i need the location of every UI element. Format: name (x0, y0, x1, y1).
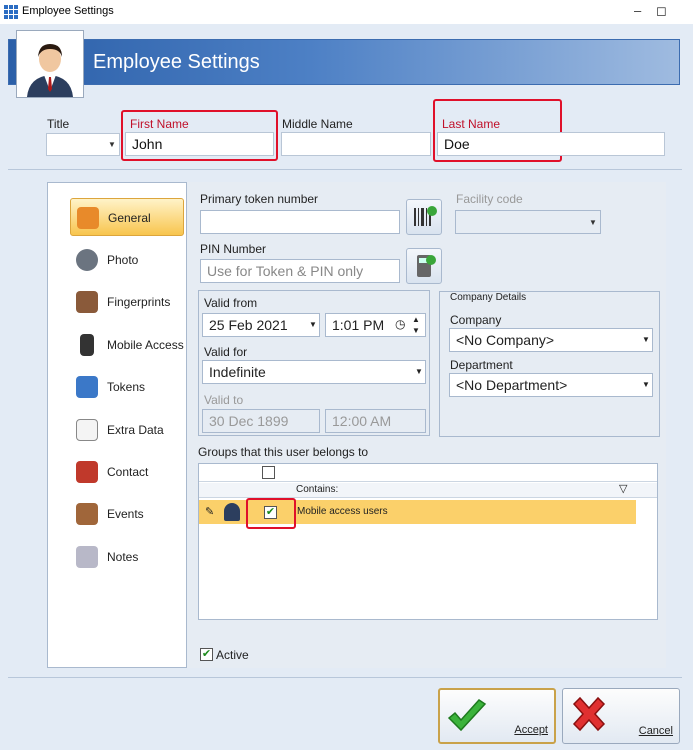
accept-label: Accept (514, 724, 548, 736)
window-title: Employee Settings (22, 5, 114, 17)
nav-item-label: Contact (107, 465, 149, 479)
fingerprint-icon (76, 291, 98, 313)
keypad-icon (417, 255, 436, 277)
first-name-input[interactable]: John (125, 132, 274, 156)
valid-for-label: Valid for (204, 345, 248, 359)
nav-item-photo[interactable]: Photo (70, 241, 184, 279)
nav-item-label: Fingerprints (107, 295, 171, 309)
header-banner: Employee Settings (8, 39, 680, 85)
company-label: Company (450, 313, 502, 327)
nav-item-label: Tokens (107, 380, 146, 394)
primary-token-label: Primary token number (200, 192, 319, 206)
time-spinner-icon[interactable]: ▲ ▼ (412, 314, 420, 336)
pin-input[interactable]: Use for Token & PIN only (200, 259, 400, 283)
cancel-button[interactable]: Cancel (562, 688, 680, 744)
valid-to-date: 30 Dec 1899 (202, 409, 320, 433)
primary-token-input[interactable] (200, 210, 400, 234)
nav-item-mobile-access[interactable]: Mobile Access (70, 326, 184, 364)
filter-label: Contains: (296, 484, 339, 495)
groups-label: Groups that this user belongs to (198, 445, 369, 459)
valid-from-label: Valid from (204, 296, 258, 310)
valid-from-date[interactable]: 25 Feb 2021 (202, 313, 320, 337)
phone-icon (80, 334, 94, 356)
cake-icon (76, 503, 98, 525)
company-details-label: Company Details (448, 292, 529, 303)
minimize-button[interactable]: – (634, 3, 641, 18)
valid-to-label: Valid to (204, 393, 244, 407)
select-all-checkbox[interactable] (262, 466, 275, 479)
nav-item-fingerprints[interactable]: Fingerprints (70, 283, 184, 321)
last-name-input[interactable]: Doe (437, 132, 665, 156)
active-label: Active (216, 648, 249, 662)
users-icon (77, 207, 99, 229)
nav-item-label: Mobile Access (107, 338, 184, 352)
first-name-label: First Name (130, 117, 189, 131)
nav-item-label: Extra Data (107, 423, 164, 437)
nav-item-label: Notes (107, 550, 139, 564)
title-select[interactable]: ▼ (46, 133, 120, 156)
checkmark-icon (447, 699, 487, 732)
nav-item-extra-data[interactable]: Extra Data (70, 411, 184, 449)
company-select[interactable]: <No Company> (449, 328, 653, 352)
divider (8, 169, 682, 170)
nav-item-label: General (108, 211, 151, 225)
notes-icon (76, 546, 98, 568)
middle-name-input[interactable] (281, 132, 431, 156)
last-name-label: Last Name (442, 117, 501, 131)
nav-item-contact[interactable]: Contact (70, 453, 184, 491)
app-icon (4, 5, 18, 19)
pin-pad-button[interactable] (406, 248, 442, 284)
chevron-down-icon[interactable]: ▼ (306, 313, 320, 337)
nav-item-notes[interactable]: Notes (70, 538, 184, 576)
department-label: Department (450, 358, 513, 372)
divider (8, 677, 682, 678)
accept-button[interactable]: Accept (438, 688, 556, 744)
cross-icon (572, 696, 606, 732)
pencil-icon: ✎ (205, 506, 215, 518)
department-select[interactable]: <No Department> (449, 373, 653, 397)
group-member-checkbox[interactable]: ✔ (264, 506, 277, 519)
chevron-down-icon[interactable]: ▼ (639, 373, 653, 397)
valid-to-time: 12:00 AM (325, 409, 426, 433)
clock-icon: ◷ (395, 317, 406, 331)
valid-for-select[interactable]: Indefinite (202, 360, 426, 384)
pin-label: PIN Number (200, 242, 267, 256)
employee-avatar-icon (16, 30, 84, 98)
title-label: Title (47, 117, 70, 131)
id-card-icon (76, 376, 98, 398)
cancel-label: Cancel (638, 725, 673, 737)
nav-item-tokens[interactable]: Tokens (70, 368, 184, 406)
group-name: Mobile access users (297, 506, 388, 517)
chevron-down-icon: ▼ (589, 217, 597, 227)
barcode-icon (414, 206, 437, 226)
group-user-icon (224, 503, 240, 521)
nav-item-label: Events (107, 507, 144, 521)
facility-code-select: ▼ (455, 210, 601, 234)
chevron-down-icon[interactable]: ▼ (639, 328, 653, 352)
valid-from-time[interactable]: 1:01 PM (325, 313, 426, 337)
maximize-button[interactable]: ◻ (656, 3, 667, 19)
clipboard-icon (76, 419, 98, 441)
barcode-scan-button[interactable] (406, 199, 442, 235)
chevron-down-icon[interactable]: ▼ (412, 360, 426, 384)
filter-icon[interactable]: ▽ (619, 482, 627, 495)
active-checkbox[interactable]: ✔ (200, 648, 213, 661)
facility-code-label: Facility code (456, 192, 523, 206)
nav-item-general[interactable]: General (70, 198, 184, 236)
house-icon (76, 461, 98, 483)
nav-item-label: Photo (107, 253, 139, 267)
nav-item-events[interactable]: Events (70, 495, 184, 533)
webcam-icon (76, 249, 98, 271)
middle-name-label: Middle Name (282, 117, 353, 131)
chevron-down-icon: ▼ (108, 140, 116, 149)
grid-filter-row (199, 483, 657, 498)
page-title: Employee Settings (93, 51, 260, 73)
window-titlebar: Employee Settings – ◻ (0, 0, 693, 24)
